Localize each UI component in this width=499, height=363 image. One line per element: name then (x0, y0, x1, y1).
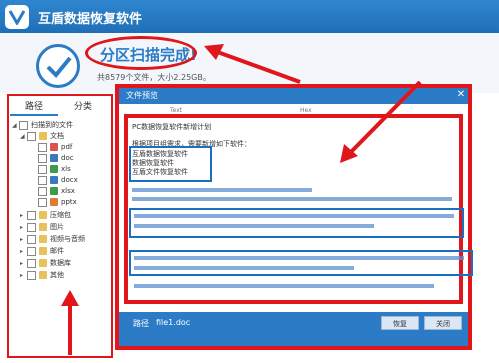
annotation-arrows (61, 44, 422, 355)
annotation-arrow (346, 80, 422, 157)
annotation-arrow (211, 48, 301, 84)
annotation-arrowhead (61, 290, 79, 306)
